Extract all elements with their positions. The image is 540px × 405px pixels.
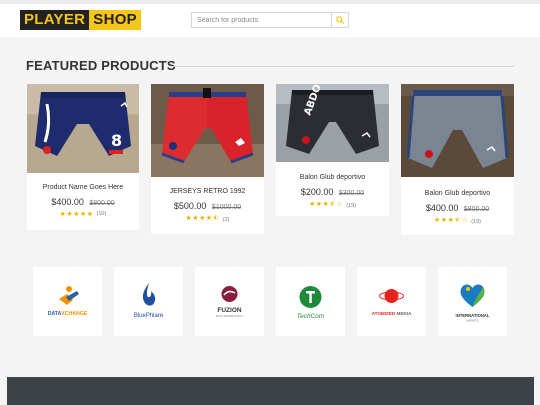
product-image[interactable] (401, 84, 514, 177)
review-count: (19) (346, 202, 356, 209)
product-old-price: $800.00 (89, 200, 115, 207)
product-name[interactable]: Product Name Goes Here (27, 184, 139, 191)
brand-name: BluePhlare (134, 313, 164, 319)
site-logo[interactable]: PLAYER SHOP (20, 10, 141, 30)
brand-name: TechCom (297, 313, 325, 320)
search-icon (336, 16, 344, 24)
product-old-price: $1000.00 (211, 204, 242, 211)
product-card[interactable]: Balon Glub deportivo $400.00 $800.00 ★★★… (401, 84, 514, 235)
section-title: FEATURED PRODUCTS (26, 58, 176, 73)
title-divider (172, 66, 514, 67)
product-rating: ★★★★★ (10) (27, 210, 139, 218)
product-price-row: $400.00 $800.00 (27, 197, 139, 207)
svg-text:8: 8 (111, 131, 122, 150)
product-name[interactable]: Balon Glub deportivo (276, 174, 389, 181)
brand-logo-fuzion[interactable]: FUZION FLUX.TECHNOLOGY (195, 267, 264, 336)
product-image[interactable]: ABDO (276, 84, 389, 162)
brand-name: FUZION (217, 307, 241, 314)
brand-logo-bluephlare[interactable]: BluePhlare (114, 267, 183, 336)
brand-logo-atomized[interactable]: ATOMIZED MEDIA (357, 267, 426, 336)
brand-logo-techcom[interactable]: TechCom (276, 267, 345, 336)
product-rating: ★★★⯪☆ (19) (276, 200, 389, 211)
site-footer (7, 377, 534, 405)
logo-part2: SHOP (89, 10, 141, 30)
star-rating-icon: ★★★⯪☆ (433, 217, 469, 224)
product-card[interactable]: 8 Product Name Goes Here $400.00 $800.00… (27, 84, 139, 230)
star-rating-icon: ★★★⯪☆ (308, 201, 344, 208)
atomized-logo-icon (384, 289, 399, 303)
brand-name-part2: MEDIA (397, 311, 412, 316)
review-count: (2) (222, 216, 230, 223)
product-price: $400.00 (51, 197, 84, 207)
product-name[interactable]: Balon Glub deportivo (401, 190, 514, 197)
product-price: $500.00 (173, 201, 207, 211)
search-input[interactable] (191, 12, 332, 28)
product-old-price: $800.00 (463, 206, 490, 213)
search-button[interactable] (332, 12, 349, 28)
brand-logo-international-hearts[interactable]: INTERNATIONAL HEARTS (438, 267, 507, 336)
brand-logo-dataxchange[interactable]: DATAXCHANGE (33, 267, 102, 336)
brand-name-part1: ATOMIZED (372, 311, 396, 316)
product-price-row: $500.00 $1000.00 (151, 201, 264, 211)
star-rating-icon: ★★★★★ (59, 211, 94, 218)
product-image[interactable] (151, 84, 264, 177)
product-price: $400.00 (425, 203, 459, 213)
product-price-row: $400.00 $800.00 (401, 203, 514, 213)
svg-text:ATOMIZED MEDIA: ATOMIZED MEDIA (372, 311, 412, 316)
product-rating: ★★★⯪☆ (19) (401, 216, 514, 227)
logo-part1: PLAYER (20, 10, 90, 30)
product-card[interactable]: JERSEYS RETRO 1992 $500.00 $1000.00 ★★★★… (151, 84, 264, 234)
review-count: (10) (96, 211, 107, 217)
review-count: (19) (471, 218, 481, 225)
product-rating: ★★★★⯪ (2) (151, 214, 264, 225)
brand-subtitle: FLUX.TECHNOLOGY (216, 314, 244, 318)
brand-name-part1: DATA (48, 311, 62, 317)
dataxchange-logo-icon (66, 286, 72, 292)
site-header: PLAYER SHOP (0, 0, 540, 37)
product-card[interactable]: ABDO Balon Glub deportivo $200.00 $300.0… (276, 84, 389, 216)
product-image[interactable]: 8 (27, 84, 139, 173)
product-name[interactable]: JERSEYS RETRO 1992 (151, 188, 264, 195)
star-rating-icon: ★★★★⯪ (185, 215, 220, 222)
bluephlare-logo-icon (142, 283, 156, 306)
product-price: $200.00 (300, 187, 334, 197)
product-old-price: $300.00 (338, 190, 365, 197)
product-price-row: $200.00 $300.00 (276, 187, 389, 197)
brand-name-part2: XCHANGE (61, 311, 87, 317)
brand-name: INTERNATIONAL (456, 313, 490, 318)
svg-text:DATAXCHANGE: DATAXCHANGE (48, 311, 88, 317)
top-strip (0, 0, 540, 4)
brand-subtitle: HEARTS (466, 319, 478, 323)
